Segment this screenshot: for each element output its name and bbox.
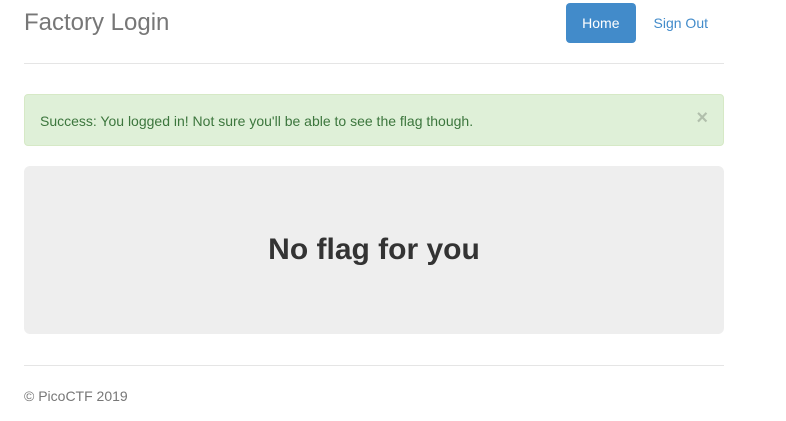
header: Factory Login Home Sign Out bbox=[24, 0, 724, 64]
nav-home-button[interactable]: Home bbox=[566, 3, 636, 43]
alert-message: Success: You logged in! Not sure you'll … bbox=[40, 113, 474, 129]
main-heading: No flag for you bbox=[268, 233, 480, 266]
nav-menu: Home Sign Out bbox=[566, 3, 724, 43]
footer-copyright: © PicoCTF 2019 bbox=[24, 388, 128, 404]
success-alert: Success: You logged in! Not sure you'll … bbox=[24, 94, 724, 146]
main-container: Factory Login Home Sign Out Success: You… bbox=[24, 0, 724, 404]
close-icon[interactable]: × bbox=[696, 108, 708, 128]
page: Factory Login Home Sign Out Success: You… bbox=[0, 0, 786, 421]
footer: © PicoCTF 2019 bbox=[24, 365, 724, 406]
jumbotron: No flag for you bbox=[24, 166, 724, 334]
nav-signout-link[interactable]: Sign Out bbox=[638, 3, 724, 43]
site-title: Factory Login bbox=[24, 9, 170, 36]
